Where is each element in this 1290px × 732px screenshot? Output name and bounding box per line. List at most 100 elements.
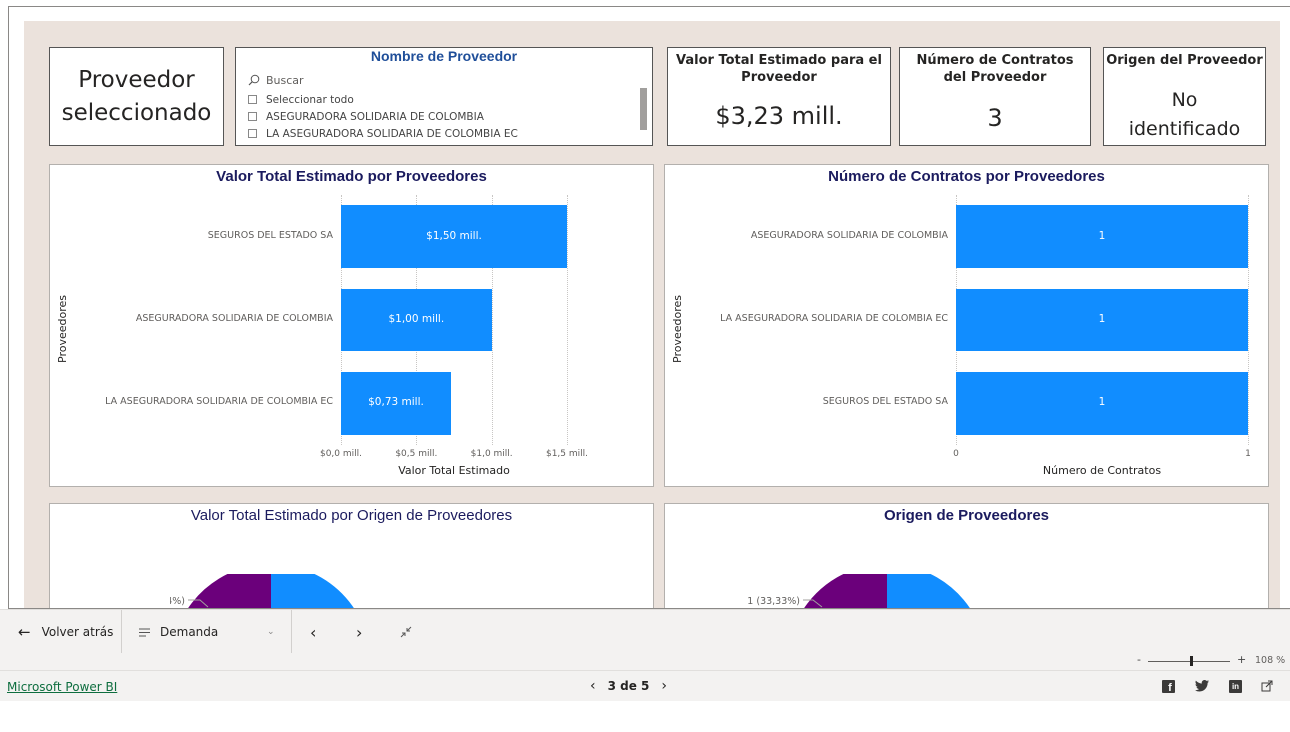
kpi-title: Origen del Proveedor xyxy=(1106,53,1263,68)
category-label: LA ASEGURADORA SOLIDARIA DE COLOMBIA EC xyxy=(720,313,948,324)
checkbox[interactable] xyxy=(248,95,257,104)
selected-provider-card: Proveedor seleccionado xyxy=(49,47,224,146)
report-frame: Proveedor seleccionado Nombre de Proveed… xyxy=(8,6,1290,609)
page-pager: ‹ 3 de 5 › xyxy=(590,678,667,694)
category-labels: SEGUROS DEL ESTADO SA ASEGURADORA SOLIDAR… xyxy=(60,195,333,445)
pie-data-label: 1 (33,33%) xyxy=(747,596,800,607)
zoom-in-button[interactable]: + xyxy=(1237,653,1246,666)
x-tick-label: $1,0 mill. xyxy=(470,449,513,459)
x-tick-label: 0 xyxy=(953,449,959,459)
pie-provider-origin: Origen de Proveedores 1 (33,33%) xyxy=(664,503,1269,609)
facebook-icon[interactable]: f xyxy=(1162,680,1175,694)
chevron-right-icon[interactable]: › xyxy=(661,678,667,694)
chart-value-by-provider: Valor Total Estimado por Proveedores Pro… xyxy=(49,164,654,487)
kpi-value: $3,23 mill. xyxy=(715,102,843,130)
pie-slice[interactable] xyxy=(787,574,887,609)
chevron-left-icon: ‹ xyxy=(310,622,317,642)
page-selector-value: Demanda xyxy=(160,625,219,639)
zoom-slider-track[interactable] xyxy=(1148,661,1230,662)
report-canvas: Proveedor seleccionado Nombre de Proveed… xyxy=(24,21,1280,609)
pie-data-label: $1,5 mill. (46,4%) xyxy=(170,596,185,607)
slicer-item-label: LA ASEGURADORA SOLIDARIA DE COLOMBIA EC xyxy=(266,127,518,140)
chart-title: Valor Total Estimado por Proveedores xyxy=(216,168,487,185)
back-label: Volver atrás xyxy=(41,625,114,639)
linkedin-icon[interactable]: in xyxy=(1229,680,1242,693)
slicer-item-label: Seleccionar todo xyxy=(266,93,354,106)
footer: Microsoft Power BI ‹ 3 de 5 › f in xyxy=(0,670,1290,701)
x-axis-title: Valor Total Estimado xyxy=(398,464,510,477)
gridline xyxy=(567,195,568,445)
chevron-down-icon: ⌄ xyxy=(267,627,275,637)
bar-data-label: $1,00 mill. xyxy=(388,313,445,325)
x-tick-label: 1 xyxy=(1245,449,1251,459)
page-indicator: 3 de 5 xyxy=(607,679,650,693)
pie-slice[interactable] xyxy=(171,574,271,609)
checkbox[interactable] xyxy=(248,129,257,138)
x-axis-title: Número de Contratos xyxy=(1042,464,1162,477)
category-label: LA ASEGURADORA SOLIDARIA DE COLOMBIA EC xyxy=(105,396,333,408)
kpi-title: Número de Contratos del Proveedor xyxy=(916,53,1074,85)
share-icon[interactable] xyxy=(1260,679,1274,693)
provider-slicer: Nombre de Proveedor Buscar Seleccionar t… xyxy=(235,47,653,146)
slicer-item[interactable]: ASEGURADORA SOLIDARIA DE COLOMBIA xyxy=(248,108,628,125)
back-button[interactable]: ← Volver atrás xyxy=(18,610,113,654)
chevron-left-icon[interactable]: ‹ xyxy=(590,678,596,694)
kpi-value: No identificado xyxy=(1128,89,1241,140)
search-placeholder: Buscar xyxy=(266,73,304,87)
zoom-bar: - + 108 % xyxy=(0,653,1290,670)
category-label: ASEGURADORA SOLIDARIA DE COLOMBIA xyxy=(135,313,333,324)
plot-area: $1,50 mill. $1,00 mill. $0,73 mill. xyxy=(341,195,568,445)
slicer-list: Seleccionar todo ASEGURADORA SOLIDARIA D… xyxy=(248,91,628,142)
collapse-icon xyxy=(400,626,412,638)
power-bi-link[interactable]: Microsoft Power BI xyxy=(7,680,117,694)
chart-title: Origen de Proveedores xyxy=(883,507,1050,524)
bar-data-label: $0,73 mill. xyxy=(368,396,424,409)
twitter-icon[interactable] xyxy=(1194,679,1209,693)
category-label: SEGUROS DEL ESTADO SA xyxy=(822,396,948,408)
page-selector[interactable]: Demanda ⌄ xyxy=(139,610,279,654)
slicer-search[interactable]: Buscar xyxy=(248,72,628,88)
zoom-level: 108 % xyxy=(1255,655,1286,666)
x-tick-label: $0,0 mill. xyxy=(319,449,363,459)
zoom-slider-thumb[interactable] xyxy=(1190,656,1194,666)
collapse-button[interactable] xyxy=(400,610,412,654)
kpi-value: 3 xyxy=(987,104,1003,132)
bar-data-label: 1 xyxy=(1098,396,1106,409)
search-icon xyxy=(248,74,260,86)
divider xyxy=(121,610,122,654)
category-label: ASEGURADORA SOLIDARIA DE COLOMBIA xyxy=(750,229,948,241)
pie-chart: 1 (33,33%) xyxy=(747,574,970,609)
next-page-button[interactable]: › xyxy=(356,610,362,654)
prev-page-button[interactable]: ‹ xyxy=(310,610,316,654)
plot-area: 1 1 1 xyxy=(956,195,1249,445)
x-tick-label: $0,5 mill. xyxy=(395,449,438,459)
kpi-title: Valor Total Estimado para el Proveedor xyxy=(676,53,882,85)
gridline xyxy=(1248,195,1249,445)
kpi-contract-count-card: Número de Contratos del Proveedor 3 xyxy=(899,47,1091,146)
pie-chart: $1,5 mill. (46,4%) xyxy=(170,574,354,609)
slicer-item-select-all[interactable]: Seleccionar todo xyxy=(248,91,628,108)
category-label: SEGUROS DEL ESTADO SA xyxy=(207,229,333,241)
x-axis-ticks: $0,0 mill. $0,5 mill. $1,0 mill. $1,5 mill. xyxy=(301,449,607,463)
category-labels: ASEGURADORA SOLIDARIA DE COLOMBIA LA ASEG… xyxy=(675,195,948,445)
pie-value-by-origin: Valor Total Estimado por Origen de Prove… xyxy=(49,503,654,609)
bar-data-label: 1 xyxy=(1098,229,1106,242)
kpi-total-value-card: Valor Total Estimado para el Proveedor $… xyxy=(667,47,891,146)
slicer-item[interactable]: LA ASEGURADORA SOLIDARIA DE COLOMBIA EC xyxy=(248,125,628,142)
x-axis-ticks: 01 xyxy=(916,449,1268,463)
chart-title: Valor Total Estimado por Origen de Prove… xyxy=(190,507,513,524)
slicer-scrollbar[interactable] xyxy=(640,88,647,130)
selected-provider-title: Proveedor seleccionado xyxy=(61,67,212,126)
zoom-out-button[interactable]: - xyxy=(1137,653,1141,666)
x-tick-label: $1,5 mill. xyxy=(545,449,589,459)
slicer-title: Nombre de Proveedor xyxy=(370,48,518,64)
slicer-item-label: ASEGURADORA SOLIDARIA DE COLOMBIA xyxy=(266,110,484,123)
chart-contracts-by-provider: Número de Contratos por Proveedores Prov… xyxy=(664,164,1269,487)
checkbox[interactable] xyxy=(248,112,257,121)
report-nav-bar: ← Volver atrás Demanda ⌄ ‹ › xyxy=(0,609,1290,654)
bar-data-label: $1,50 mill. xyxy=(426,229,482,242)
hamburger-icon xyxy=(139,628,150,636)
arrow-left-icon: ← xyxy=(18,623,31,641)
chart-title: Número de Contratos por Proveedores xyxy=(828,168,1105,185)
kpi-origin-card: Origen del Proveedor No identificado xyxy=(1103,47,1266,146)
